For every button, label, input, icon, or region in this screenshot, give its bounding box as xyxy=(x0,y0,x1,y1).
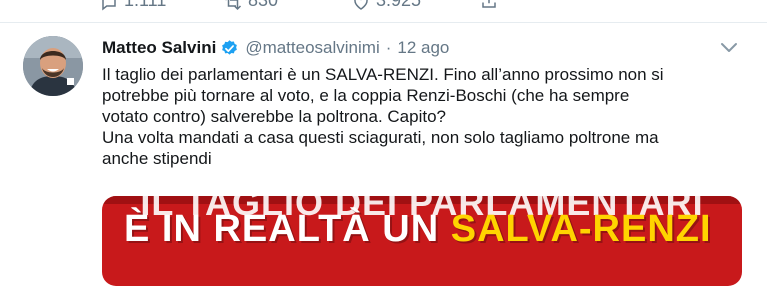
tweet-text-line: votato contro) salverebbe la poltrona. C… xyxy=(102,107,446,126)
tweet-text-line: Il taglio dei parlamentari è un SALVA-RE… xyxy=(102,65,664,84)
previous-tweet-actions: 1.111 830 3.925 xyxy=(0,0,767,23)
chevron-down-icon[interactable] xyxy=(720,40,738,54)
tweet-text: Il taglio dei parlamentari è un SALVA-RE… xyxy=(102,64,742,169)
retweet-icon xyxy=(226,0,242,10)
media-headline-highlight: SALVA-RENZI xyxy=(450,208,712,250)
media-headline-prefix: È IN REALTÀ UN xyxy=(124,208,451,250)
share-action[interactable] xyxy=(480,0,498,8)
avatar[interactable] xyxy=(23,36,83,96)
tweet-timestamp[interactable]: 12 ago xyxy=(397,38,449,58)
reply-action[interactable]: 1.111 xyxy=(100,0,166,11)
separator-dot: · xyxy=(385,38,392,57)
retweet-count: 830 xyxy=(248,0,279,10)
retweet-action[interactable]: 830 xyxy=(224,0,278,11)
tweet-text-line: potrebbe più tornare al voto, e la coppi… xyxy=(102,86,630,105)
tweet-media-image[interactable]: IL TAGLIO DEI PARLAMENTARI È IN REALTÀ U… xyxy=(102,196,742,286)
author-name[interactable]: Matteo Salvini xyxy=(102,38,216,58)
tweet-text-line: anche stipendi xyxy=(102,149,212,168)
like-action[interactable]: 3.925 xyxy=(352,0,421,11)
reply-count: 1.111 xyxy=(124,0,167,10)
media-headline: È IN REALTÀ UN SALVA-RENZI xyxy=(124,208,712,251)
profile-photo xyxy=(23,36,83,96)
reply-icon xyxy=(102,0,116,11)
heart-icon xyxy=(354,0,368,10)
share-icon xyxy=(482,0,496,8)
like-count: 3.925 xyxy=(376,0,422,10)
verified-badge-icon xyxy=(222,39,238,55)
author-handle[interactable]: @matteosalvinimi xyxy=(245,38,379,58)
tweet-text-line: Una volta mandati a casa questi sciagura… xyxy=(102,128,659,147)
tweet-header: Matteo Salvini @matteosalvinimi · 12 ago xyxy=(102,36,449,60)
